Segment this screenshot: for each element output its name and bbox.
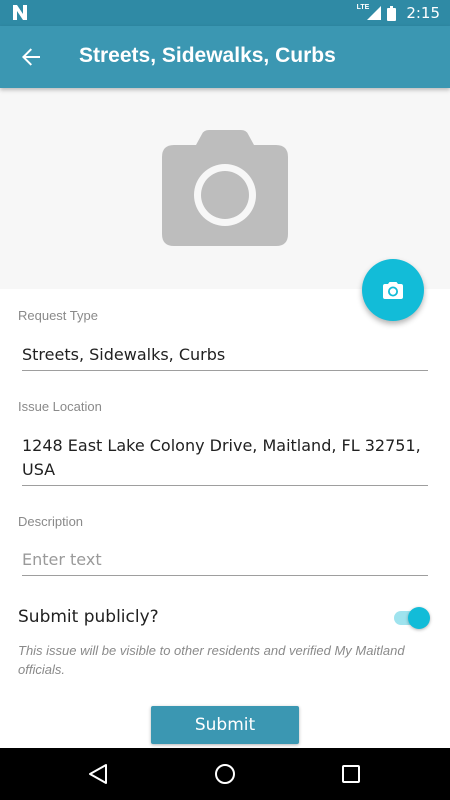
toggle-thumb	[408, 607, 430, 629]
recents-square-icon	[342, 765, 360, 783]
nav-back-button[interactable]	[84, 760, 112, 788]
signal-icon	[367, 6, 382, 20]
camera-icon	[383, 282, 403, 299]
nav-home-button[interactable]	[211, 760, 239, 788]
page-title: Streets, Sidewalks, Curbs	[79, 44, 336, 67]
description-field[interactable]	[22, 549, 428, 576]
submit-button[interactable]: Submit	[151, 706, 299, 744]
request-type-label: Request Type	[18, 308, 98, 323]
photo-area	[0, 88, 450, 289]
back-button[interactable]	[12, 38, 50, 76]
network-type: LTE	[356, 3, 370, 11]
home-circle-icon	[215, 764, 235, 784]
submit-publicly-label: Submit publicly?	[18, 607, 159, 627]
issue-location-label: Issue Location	[18, 399, 102, 414]
notification-n-icon	[13, 5, 27, 20]
request-type-field[interactable]	[22, 344, 428, 371]
app-bar: Streets, Sidewalks, Curbs	[0, 26, 450, 88]
submit-publicly-toggle[interactable]	[394, 607, 432, 629]
back-triangle-icon	[89, 764, 107, 784]
issue-location-field[interactable]: 1248 East Lake Colony Drive, Maitland, F…	[22, 434, 428, 486]
add-photo-button[interactable]	[362, 259, 424, 321]
camera-icon	[162, 130, 288, 246]
description-label: Description	[18, 514, 84, 529]
arrow-back-icon	[22, 48, 40, 66]
status-bar: LTE 2:15	[0, 0, 450, 26]
status-time: 2:15	[406, 4, 440, 22]
nav-recents-button[interactable]	[337, 760, 365, 788]
battery-icon	[387, 5, 397, 21]
navigation-bar	[0, 748, 450, 800]
submit-publicly-helper: This issue will be visible to other resi…	[18, 643, 405, 677]
